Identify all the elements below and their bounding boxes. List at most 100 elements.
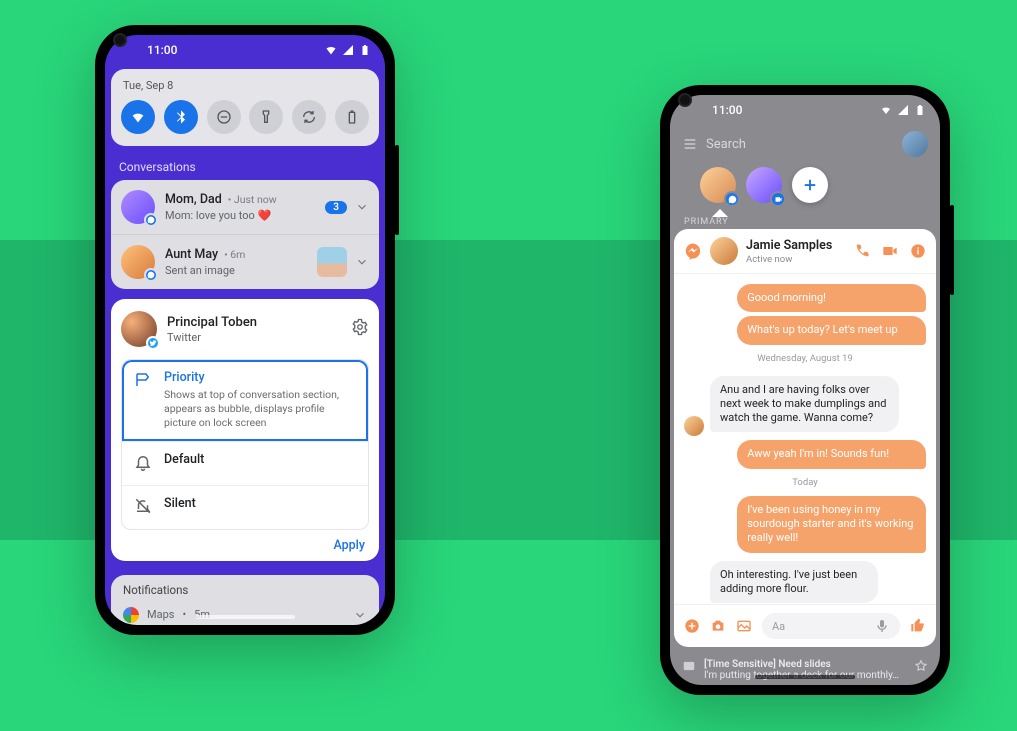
- manage-button[interactable]: Manage: [682, 683, 928, 685]
- wifi-icon: [130, 109, 146, 125]
- gear-icon: [351, 318, 369, 336]
- section-notifications-label: Notifications: [123, 583, 367, 597]
- message-out: Aww yeah I'm in! Sounds fun!: [737, 440, 926, 468]
- wifi-status-icon: [880, 104, 892, 116]
- menu-icon[interactable]: [682, 136, 698, 152]
- camera-hole-icon: [678, 93, 692, 107]
- search-placeholder[interactable]: Search: [706, 137, 894, 152]
- bubble-bar: [670, 163, 940, 213]
- message-in: Oh interesting. I've just been adding mo…: [710, 561, 878, 604]
- dnd-icon: [216, 109, 232, 125]
- option-silent[interactable]: Silent: [122, 485, 368, 529]
- camera-hole-icon: [113, 33, 127, 47]
- option-title: Default: [164, 452, 204, 467]
- message-out: Goood morning!: [737, 284, 926, 312]
- priority-icon: [134, 371, 152, 389]
- contact-source: Twitter: [167, 331, 257, 344]
- priority-options-list: Priority Shows at top of conversation se…: [121, 359, 369, 530]
- contact-name: Principal Toben: [167, 315, 257, 330]
- plus-icon: [801, 176, 819, 194]
- status-time: 11:00: [147, 43, 177, 57]
- chat-bubble-head[interactable]: [746, 167, 782, 203]
- message-out: What's up today? Let's meet up: [737, 316, 926, 344]
- chevron-down-icon[interactable]: [355, 255, 369, 269]
- mail-app-icon: [682, 659, 696, 673]
- conversation-item[interactable]: Mom, Dad • Just now Mom: love you too ❤️…: [111, 180, 379, 234]
- day-separator: Wednesday, August 19: [684, 353, 926, 364]
- compose-bar: Aa: [674, 604, 936, 647]
- info-icon[interactable]: [910, 243, 926, 259]
- unread-badge: 3: [325, 201, 347, 214]
- background-notification[interactable]: [Time Sensitive] Need slides I'm putting…: [674, 653, 936, 685]
- msg-avatar: [684, 416, 704, 436]
- battery-icon: [914, 104, 926, 116]
- camera-icon[interactable]: [710, 618, 726, 634]
- signal-icon: [897, 104, 909, 116]
- conversations-card: Mom, Dad • Just now Mom: love you too ❤️…: [111, 180, 379, 289]
- chevron-down-icon[interactable]: [355, 200, 369, 214]
- notification-item[interactable]: Maps • 5m: [123, 597, 367, 625]
- phone-right: 11:00 Search PRIMARY: [660, 85, 950, 695]
- gesture-bar[interactable]: [755, 675, 855, 679]
- chat-bubble-panel: Jamie Samples Active now Goood morning! …: [674, 229, 936, 647]
- day-separator: Today: [684, 477, 926, 488]
- qs-battery-toggle[interactable]: [335, 100, 369, 134]
- add-bubble-button[interactable]: [792, 167, 828, 203]
- avatar: [121, 190, 155, 224]
- chat-contact-status: Active now: [746, 254, 832, 265]
- bluetooth-icon: [173, 109, 189, 125]
- avatar: [121, 311, 157, 347]
- thumbs-up-icon[interactable]: [910, 618, 926, 634]
- messenger-app-icon: [684, 242, 702, 260]
- qs-rotate-toggle[interactable]: [292, 100, 326, 134]
- video-icon[interactable]: [882, 243, 898, 259]
- bell-icon: [134, 453, 152, 471]
- section-conversations-label: Conversations: [105, 156, 385, 180]
- conversation-title: Aunt May: [165, 247, 218, 262]
- qs-dnd-toggle[interactable]: [207, 100, 241, 134]
- chat-avatar[interactable]: [710, 237, 738, 265]
- profile-avatar[interactable]: [902, 131, 928, 157]
- option-title: Silent: [164, 496, 196, 511]
- chevron-down-icon[interactable]: [353, 608, 367, 622]
- bubble-pointer-icon: [712, 209, 728, 217]
- avatar: [121, 245, 155, 279]
- conversation-settings-card: Principal Toben Twitter Priority Shows a…: [111, 299, 379, 561]
- status-bar: 11:00: [670, 95, 940, 125]
- messenger-mini-icon: [724, 191, 740, 207]
- gallery-icon[interactable]: [736, 618, 752, 634]
- primary-label: PRIMARY: [670, 217, 940, 229]
- qs-wifi-toggle[interactable]: [121, 100, 155, 134]
- chat-header: Jamie Samples Active now: [674, 229, 936, 274]
- conversation-preview: Sent an image: [165, 264, 307, 277]
- image-thumbnail: [317, 247, 347, 277]
- option-title: Priority: [164, 370, 356, 385]
- maps-app-icon: [123, 607, 139, 623]
- apply-button[interactable]: Apply: [333, 538, 365, 553]
- chat-body[interactable]: Goood morning! What's up today? Let's me…: [674, 274, 936, 604]
- qs-bluetooth-toggle[interactable]: [164, 100, 198, 134]
- add-attachment-icon[interactable]: [684, 618, 700, 634]
- settings-button[interactable]: [351, 318, 369, 340]
- rotate-icon: [301, 109, 317, 125]
- compose-placeholder: Aa: [772, 620, 785, 633]
- twitter-badge-icon: [146, 336, 160, 350]
- conversation-preview: Mom: love you too ❤️: [165, 209, 315, 222]
- wifi-status-icon: [325, 44, 337, 56]
- notification-title: [Time Sensitive] Need slides: [704, 659, 906, 670]
- quick-settings-panel: Tue, Sep 8: [111, 69, 379, 146]
- compose-input[interactable]: Aa: [762, 613, 900, 639]
- option-priority[interactable]: Priority Shows at top of conversation se…: [122, 360, 368, 441]
- call-icon[interactable]: [854, 243, 870, 259]
- mic-icon[interactable]: [874, 618, 890, 634]
- star-icon[interactable]: [914, 659, 928, 673]
- option-default[interactable]: Default: [122, 441, 368, 485]
- qs-flashlight-toggle[interactable]: [249, 100, 283, 134]
- conversation-item[interactable]: Aunt May • 6m Sent an image: [111, 234, 379, 289]
- bell-off-icon: [134, 497, 152, 515]
- flashlight-icon: [258, 109, 274, 125]
- option-desc: Shows at top of conversation section, ap…: [164, 388, 356, 431]
- chat-bubble-head[interactable]: [700, 167, 736, 203]
- gesture-bar[interactable]: [195, 615, 295, 619]
- status-time: 11:00: [712, 103, 742, 117]
